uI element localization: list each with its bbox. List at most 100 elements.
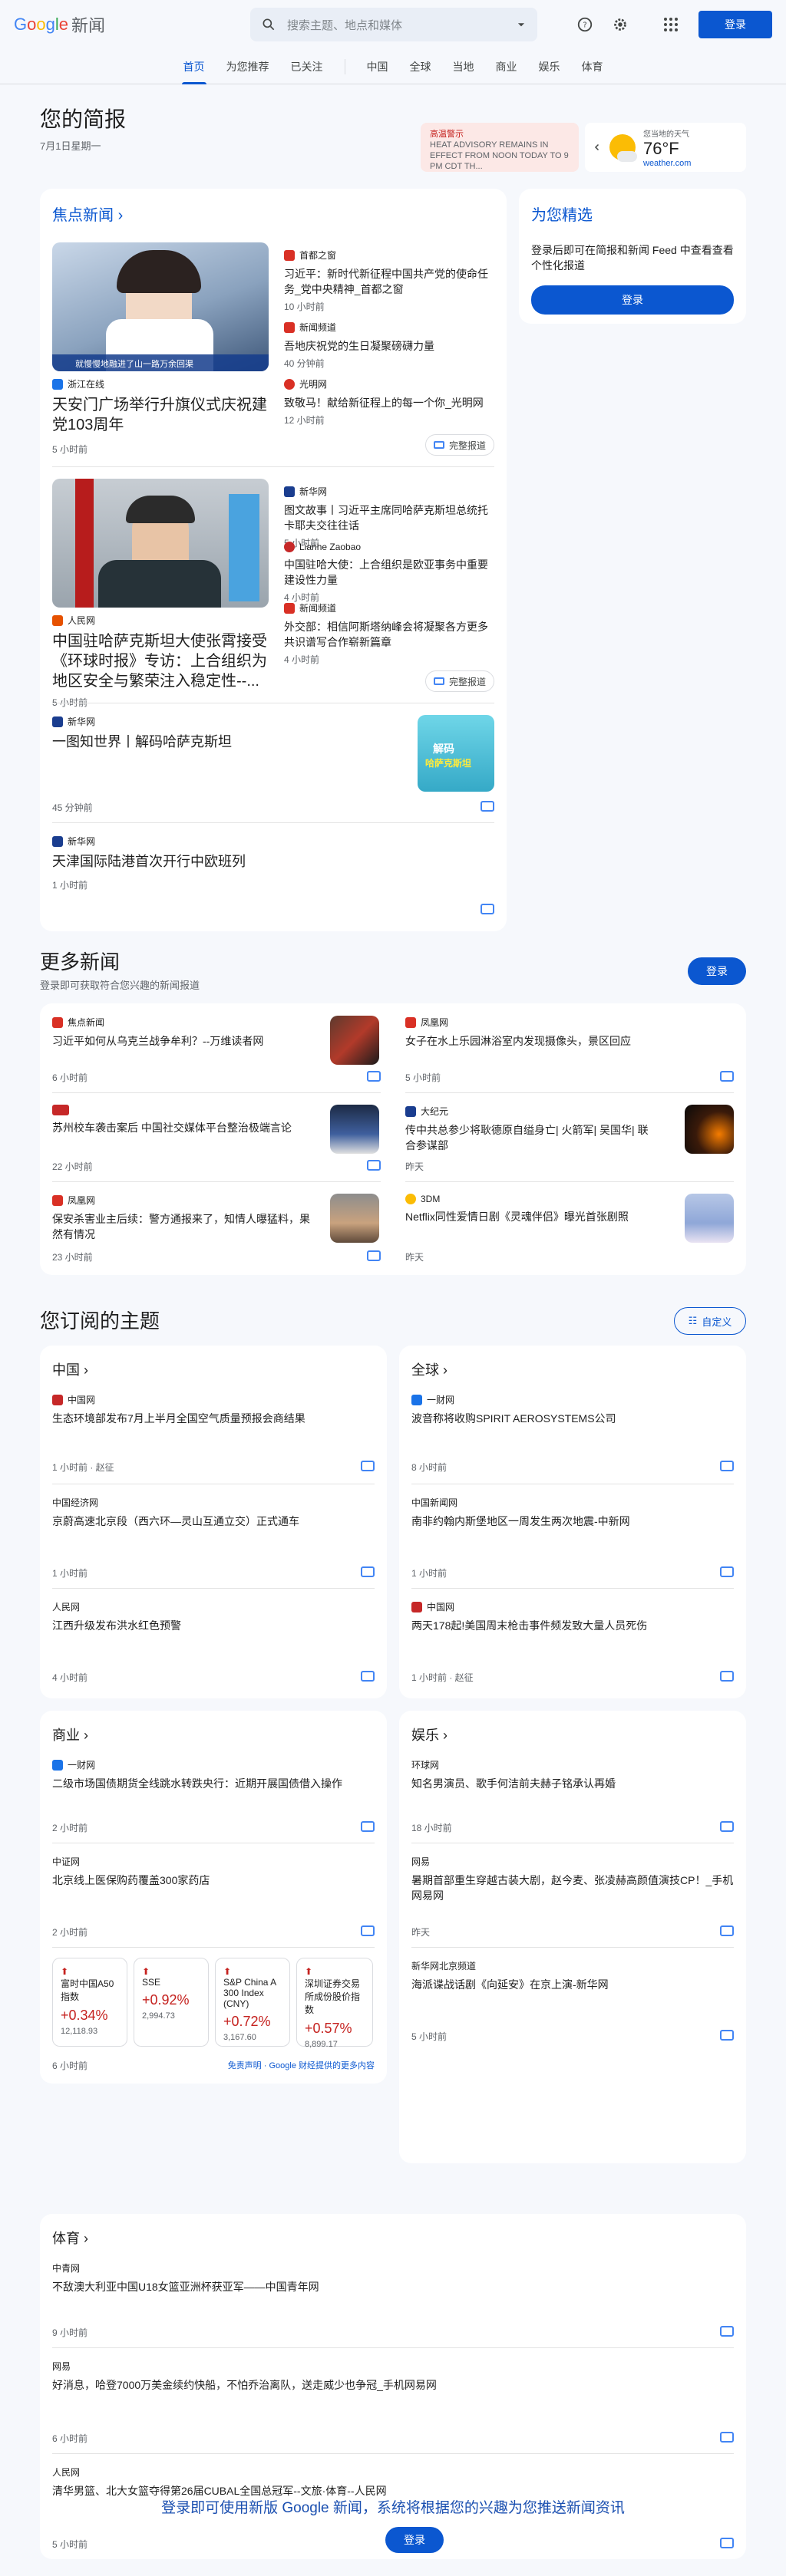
full-coverage-icon[interactable] — [361, 1566, 375, 1577]
story[interactable]: 中国网 生态环境部发布7月上半月全国空气质量预报会商结果 — [52, 1393, 375, 1426]
story[interactable]: 人民网 清华男篮、北大女篮夺得第26届CUBAL全国总冠军--文旅·体育--人民网 — [52, 2466, 734, 2499]
story[interactable]: 中国新闻网 南非约翰内斯堡地区一周发生两次地震-中新网 — [411, 1496, 734, 1529]
stock-card[interactable]: ⬆ S&P China A 300 Index (CNY) +0.72% 3,167.… — [215, 1958, 290, 2047]
topic-title[interactable]: 体育 › — [40, 2214, 746, 2257]
customize-button[interactable]: ☷ 自定义 — [674, 1307, 746, 1335]
more-news-sign-in-button[interactable]: 登录 — [688, 957, 746, 985]
story[interactable]: 中国经济网 京蔚高速北京段（西六环—灵山互通立交）正式通车 — [52, 1496, 375, 1529]
related-story[interactable]: 新闻频道 外交部：相信阿斯塔纳峰会将凝聚各方更多共识谱写合作崭新篇章 4 小时前 — [284, 601, 491, 666]
search-box[interactable]: 搜索主题、地点和媒体 — [250, 8, 537, 41]
heat-alert[interactable]: 高温警示 HEAT ADVISORY REMAINS IN EFFECT FRO… — [421, 123, 579, 172]
story[interactable]: 一财网 二级市场国债期货全线跳水转跌央行：近期开展国债借入操作 — [52, 1758, 375, 1791]
full-coverage-icon[interactable] — [720, 2326, 734, 2337]
chevron-down-icon[interactable] — [516, 19, 527, 30]
story[interactable]: 中青网 不敌澳大利亚中国U18女篮亚洲杯获亚军——中国青年网 — [52, 2261, 734, 2294]
main-story[interactable]: 浙江在线 天安门广场举行升旗仪式庆祝建党103周年 5 小时前 — [52, 377, 269, 456]
related-story[interactable]: 首都之窗 习近平：新时代新征程中国共产党的使命任务_党中央精神_首都之窗 10 … — [284, 249, 491, 313]
stock-card[interactable]: ⬆ SSE +0.92% 2,994.73 — [134, 1958, 209, 2047]
full-coverage-icon[interactable] — [720, 2030, 734, 2041]
full-coverage-button[interactable]: 完整报道 — [424, 670, 494, 692]
story[interactable]: 中证网 北京线上医保购药覆盖300家药店 — [52, 1855, 375, 1888]
stock-card[interactable]: ⬆ 深圳证券交易所成份股价指数 +0.57% 8,899.17 — [296, 1958, 373, 2049]
picks-sign-in-button[interactable]: 登录 — [531, 285, 734, 315]
full-coverage-button[interactable]: 完整报道 — [424, 434, 494, 456]
story[interactable]: 焦点新闻 习近平如何从乌克兰战争牟利？--万维读者网 — [52, 1016, 305, 1049]
news-thumbnail[interactable] — [330, 1194, 379, 1243]
full-coverage-icon[interactable] — [720, 1461, 734, 1471]
full-coverage-icon[interactable] — [361, 1925, 375, 1936]
coverage-icon — [433, 441, 444, 449]
tab-world[interactable]: 全球 — [399, 49, 442, 84]
tab-entertainment[interactable]: 娱乐 — [528, 49, 571, 84]
story[interactable]: 网易 暑期首部重生穿越古装大剧，赵今麦、张凌赫高颜值演技CP！_手机网易网 — [411, 1855, 734, 1903]
topic-title[interactable]: 全球 › — [399, 1346, 746, 1388]
story-title[interactable]: 天安门广场举行升旗仪式庆祝建党103周年 — [52, 395, 269, 435]
full-coverage-icon[interactable] — [367, 1250, 381, 1261]
story-title[interactable]: 中国驻哈萨克斯坦大使张霄接受《环球时报》专访：上合组织为地区安全与繁荣注入稳定性… — [52, 631, 269, 691]
story[interactable]: 苏州校车袭击案后 中国社交媒体平台整治极端言论 — [52, 1105, 313, 1135]
footer-sign-in-button[interactable]: 登录 — [385, 2527, 444, 2553]
topic-title[interactable]: 娱乐 › — [399, 1711, 746, 1754]
story[interactable]: 新华网 天津国际陆港首次开行中欧班列 1 小时前 — [52, 835, 436, 891]
news-thumbnail[interactable] — [685, 1194, 734, 1243]
story[interactable]: 中国网 两天178起!美国周末枪击事件频发致大量人员死伤 — [411, 1600, 734, 1633]
full-coverage-icon[interactable] — [720, 1925, 734, 1936]
finance-disclaimer-link[interactable]: 免责声明 · Google 财经提供的更多内容 — [228, 2059, 375, 2071]
story[interactable]: 人民网 江西升级发布洪水红色预警 — [52, 1600, 375, 1633]
full-coverage-icon[interactable] — [720, 1071, 734, 1082]
full-coverage-icon[interactable] — [367, 1160, 381, 1171]
news-thumbnail[interactable] — [685, 1105, 734, 1154]
story[interactable]: 凤凰网 女子在水上乐园淋浴室内发现摄像头，景区回应 — [405, 1016, 674, 1049]
stock-card[interactable]: ⬆ 富时中国A50指数 +0.34% 12,118.93 — [52, 1958, 127, 2047]
full-coverage-icon[interactable] — [367, 1071, 381, 1082]
full-coverage-icon[interactable] — [361, 1461, 375, 1471]
story[interactable]: 新华网 一图知世界丨解码哈萨克斯坦 — [52, 715, 375, 751]
search-input[interactable]: 搜索主题、地点和媒体 — [287, 17, 516, 33]
search-icon[interactable] — [261, 17, 276, 32]
tab-sports[interactable]: 体育 — [571, 49, 614, 84]
story[interactable]: 一财网 波音称将收购SPIRIT AEROSYSTEMS公司 — [411, 1393, 734, 1426]
related-story[interactable]: 光明网 致敬马！献给新征程上的每一个你_光明网 12 小时前 — [284, 377, 491, 427]
google-news-logo[interactable]: Go o g l e 新闻 — [14, 12, 244, 37]
full-coverage-icon[interactable] — [720, 1566, 734, 1577]
tab-home[interactable]: 首页 — [173, 49, 216, 84]
related-story[interactable]: 新闻频道 吾地庆祝党的生日凝聚磅礴力量 40 分钟前 — [284, 321, 491, 370]
tab-following[interactable]: 已关注 — [280, 49, 334, 84]
story[interactable]: 3DM Netflix同性爱情日剧《灵魂伴侣》曝光首张剧照 — [405, 1194, 659, 1224]
news-thumbnail[interactable] — [330, 1016, 379, 1065]
topic-title[interactable]: 中国 › — [40, 1346, 387, 1388]
news-image[interactable]: 就慢慢地融进了山一路万余回渠 — [52, 242, 269, 371]
help-icon[interactable]: ? — [571, 11, 599, 38]
tab-for-you[interactable]: 为您推荐 — [216, 49, 280, 84]
full-coverage-icon[interactable] — [720, 1821, 734, 1832]
tab-local[interactable]: 当地 — [442, 49, 485, 84]
related-story[interactable]: 新华网 图文故事丨习近平主席同哈萨克斯坦总统托卡耶夫交往往话 5 小时前 — [284, 485, 491, 549]
story[interactable]: 环球网 知名男演员、歌手何洁前夫赫子铭承认再婚 — [411, 1758, 734, 1791]
story[interactable]: 新华网北京频道 海派谍战话剧《向延安》在京上演-新华网 — [411, 1959, 734, 1992]
related-story[interactable]: Lianhe Zaobao 中国驻哈大使：上合组织是欧亚事务中重要建设性力量 4… — [284, 542, 491, 604]
story[interactable]: 大纪元 传中共总参少将耿德原自缢身亡| 火箭军| 吴国华| 联合参谋部 — [405, 1105, 659, 1153]
full-coverage-icon[interactable] — [720, 2432, 734, 2443]
full-coverage-icon[interactable] — [720, 2538, 734, 2548]
apps-grid-icon[interactable] — [657, 11, 685, 38]
chevron-left-icon[interactable] — [593, 143, 602, 152]
topic-title[interactable]: 商业 › — [40, 1711, 387, 1754]
full-coverage-icon[interactable] — [481, 801, 494, 812]
news-thumbnail[interactable] — [330, 1105, 379, 1154]
news-image[interactable] — [52, 479, 269, 608]
news-thumbnail[interactable]: 解码 哈萨克斯坦 — [418, 715, 494, 792]
main-story[interactable]: 人民网 中国驻哈萨克斯坦大使张霄接受《环球时报》专访：上合组织为地区安全与繁荣注… — [52, 614, 269, 709]
full-coverage-icon[interactable] — [361, 1671, 375, 1682]
sign-in-button[interactable]: 登录 — [698, 11, 772, 38]
weather-source-link[interactable]: weather.com — [643, 159, 691, 168]
full-coverage-icon[interactable] — [361, 1821, 375, 1832]
tab-china[interactable]: 中国 — [356, 49, 399, 84]
gear-icon[interactable] — [606, 11, 634, 38]
story[interactable]: 凤凰网 保安杀害业主后续：警方通报来了，知情人曝猛料，果然有情况 — [52, 1194, 313, 1242]
story[interactable]: 网易 好消息，哈登7000万美金续约快船，不怕乔治离队，送走威少也争冠_手机网易网 — [52, 2360, 734, 2393]
weather-widget[interactable]: 您当地的天气 76°F weather.com — [585, 123, 746, 172]
tab-business[interactable]: 商业 — [485, 49, 528, 84]
top-stories-title[interactable]: 焦点新闻 › — [40, 189, 507, 232]
full-coverage-icon[interactable] — [481, 904, 494, 914]
full-coverage-icon[interactable] — [720, 1671, 734, 1682]
